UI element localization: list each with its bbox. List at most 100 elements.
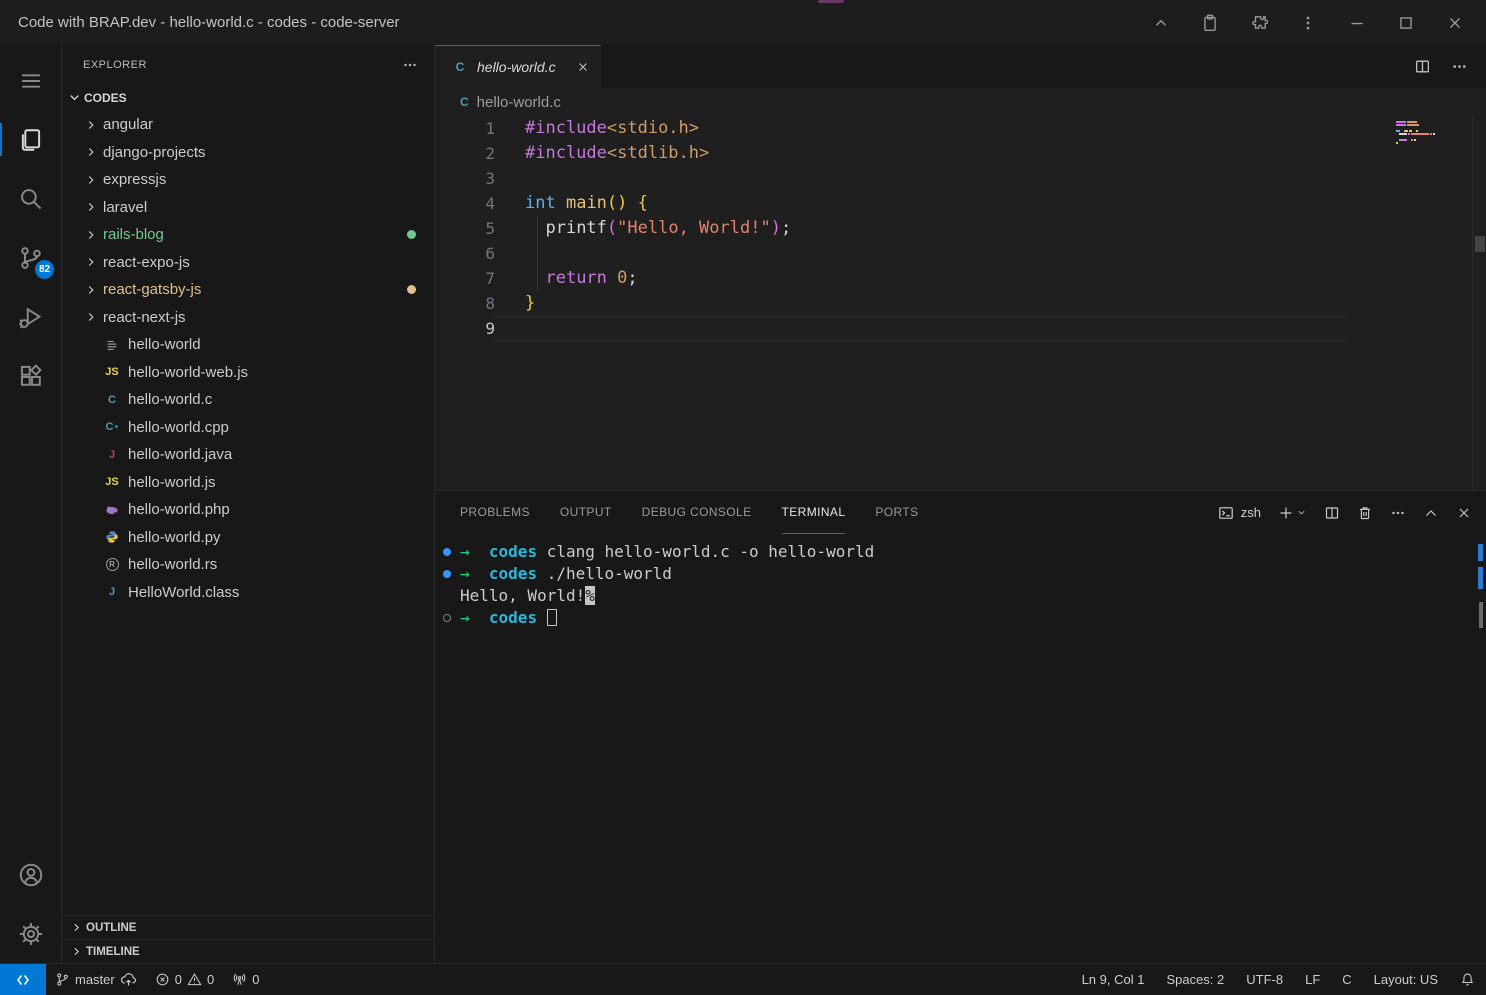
code-line[interactable]: 6 [435, 241, 1486, 266]
php-icon [103, 503, 121, 517]
code-line-text: printf("Hello, World!"); [495, 216, 1347, 241]
kill-terminal-icon[interactable] [1357, 505, 1373, 521]
errors-count: 0 [175, 972, 182, 987]
explorer-more-icon[interactable] [402, 57, 418, 73]
chevron-right-icon [84, 228, 103, 242]
ports-status[interactable]: 0 [223, 964, 268, 995]
eol-sequence[interactable]: LF [1294, 964, 1331, 995]
code-line[interactable]: 3 [435, 166, 1486, 191]
folder-item[interactable]: react-expo-js [62, 249, 434, 277]
close-panel-icon[interactable] [1456, 505, 1472, 521]
search-icon[interactable] [0, 169, 61, 228]
run-debug-icon[interactable] [0, 287, 61, 346]
file-item[interactable]: JShello-world.js [62, 469, 434, 497]
split-terminal-icon[interactable] [1324, 505, 1340, 521]
remote-icon [15, 972, 31, 988]
chevron-right-icon [70, 945, 83, 958]
code-editor[interactable]: 1#include<stdio.h>2#include<stdlib.h>34i… [435, 116, 1486, 490]
settings-gear-icon[interactable] [0, 904, 61, 963]
keyboard-layout[interactable]: Layout: US [1363, 964, 1449, 995]
folder-item[interactable]: react-gatsby-js [62, 276, 434, 304]
notifications-bell-icon[interactable] [1449, 964, 1486, 995]
folder-item[interactable]: django-projects [62, 139, 434, 167]
sidebar-spacer [62, 606, 434, 915]
tab-output[interactable]: OUTPUT [560, 491, 612, 534]
scrollbar-thumb[interactable] [1475, 236, 1485, 252]
file-item[interactable]: hello-world.php [62, 496, 434, 524]
minimap[interactable] [1393, 116, 1471, 490]
folder-item[interactable]: laravel [62, 194, 434, 222]
close-window-button[interactable] [1444, 12, 1466, 34]
chevron-down-icon [67, 90, 82, 105]
file-item[interactable]: Jhello-world.java [62, 441, 434, 469]
menu-icon[interactable] [0, 51, 61, 110]
terminal-mark [1478, 544, 1483, 561]
new-terminal-button[interactable] [1278, 505, 1307, 521]
file-item[interactable]: C+hello-world.cpp [62, 414, 434, 442]
shell-selector[interactable]: zsh [1218, 505, 1261, 521]
code-line[interactable]: 7 return 0; [435, 266, 1486, 291]
cursor-position[interactable]: Ln 9, Col 1 [1071, 964, 1156, 995]
minimize-button[interactable] [1346, 12, 1368, 34]
code-line[interactable]: 5 printf("Hello, World!"); [435, 216, 1486, 241]
encoding[interactable]: UTF-8 [1235, 964, 1294, 995]
code-line[interactable]: 8} [435, 291, 1486, 316]
file-item[interactable]: Rhello-world.rs [62, 551, 434, 579]
panel-more-icon[interactable] [1390, 505, 1406, 521]
file-item[interactable]: hello-world [62, 331, 434, 359]
terminal-icon [1218, 505, 1234, 521]
editor-more-icon[interactable] [1451, 58, 1468, 75]
file-item[interactable]: JHelloWorld.class [62, 579, 434, 607]
tab-terminal[interactable]: TERMINAL [782, 491, 846, 534]
code-line[interactable]: 1#include<stdio.h> [435, 116, 1486, 141]
line-number: 2 [435, 141, 495, 166]
chevron-right-icon [84, 310, 103, 324]
maximize-panel-icon[interactable] [1423, 505, 1439, 521]
explorer-icon[interactable] [0, 110, 61, 169]
git-branch-icon [55, 972, 70, 987]
terminal-lines: → codes clang hello-world.c -o hello-wor… [435, 541, 1486, 629]
language-mode[interactable]: C [1331, 964, 1362, 995]
tab-hello-world-c[interactable]: C hello-world.c [435, 45, 601, 88]
split-editor-icon[interactable] [1414, 58, 1431, 75]
folder-item[interactable]: rails-blog [62, 221, 434, 249]
code-line-text: return 0; [495, 266, 1347, 291]
code-line[interactable]: 2#include<stdlib.h> [435, 141, 1486, 166]
file-item[interactable]: Chello-world.c [62, 386, 434, 414]
extensions-icon[interactable] [0, 346, 61, 405]
folder-item[interactable]: react-next-js [62, 304, 434, 332]
list-icon [103, 338, 121, 352]
tab-close-icon[interactable] [576, 60, 590, 74]
minimap-line [1393, 136, 1471, 138]
folder-item[interactable]: angular [62, 111, 434, 139]
code-line[interactable]: 9 [435, 316, 1486, 341]
clipboard-icon[interactable] [1199, 12, 1221, 34]
editor-scrollbar[interactable] [1472, 116, 1486, 490]
file-item[interactable]: hello-world.py [62, 524, 434, 552]
puzzle-extension-icon[interactable] [1248, 12, 1270, 34]
code-line[interactable]: 4int main() { [435, 191, 1486, 216]
problems-status[interactable]: 0 0 [146, 964, 223, 995]
chevron-right-icon [84, 255, 103, 269]
tab-ports[interactable]: PORTS [875, 491, 918, 534]
terminal-cursor [547, 609, 557, 626]
section-codes[interactable]: CODES [62, 84, 434, 111]
terminal-view[interactable]: → codes clang hello-world.c -o hello-wor… [435, 534, 1486, 963]
outline-section[interactable]: OUTLINE [62, 915, 434, 939]
file-item[interactable]: JShello-world-web.js [62, 359, 434, 387]
indentation[interactable]: Spaces: 2 [1155, 964, 1235, 995]
tab-problems[interactable]: PROBLEMS [460, 491, 530, 534]
kebab-menu-icon[interactable] [1297, 12, 1319, 34]
status-bar: master 0 0 0 Ln 9, Col 1 Spaces: 2 UTF-8… [0, 963, 1486, 995]
folder-item[interactable]: expressjs [62, 166, 434, 194]
chevron-up-icon[interactable] [1150, 12, 1172, 34]
breadcrumb[interactable]: C hello-world.c [435, 88, 1486, 116]
chevron-right-icon [84, 283, 103, 297]
timeline-section[interactable]: TIMELINE [62, 939, 434, 963]
remote-indicator[interactable] [0, 964, 46, 995]
branch-status[interactable]: master [46, 964, 146, 995]
maximize-button[interactable] [1395, 12, 1417, 34]
account-icon[interactable] [0, 845, 61, 904]
tab-debug-console[interactable]: DEBUG CONSOLE [642, 491, 752, 534]
source-control-icon[interactable]: 82 [0, 228, 61, 287]
